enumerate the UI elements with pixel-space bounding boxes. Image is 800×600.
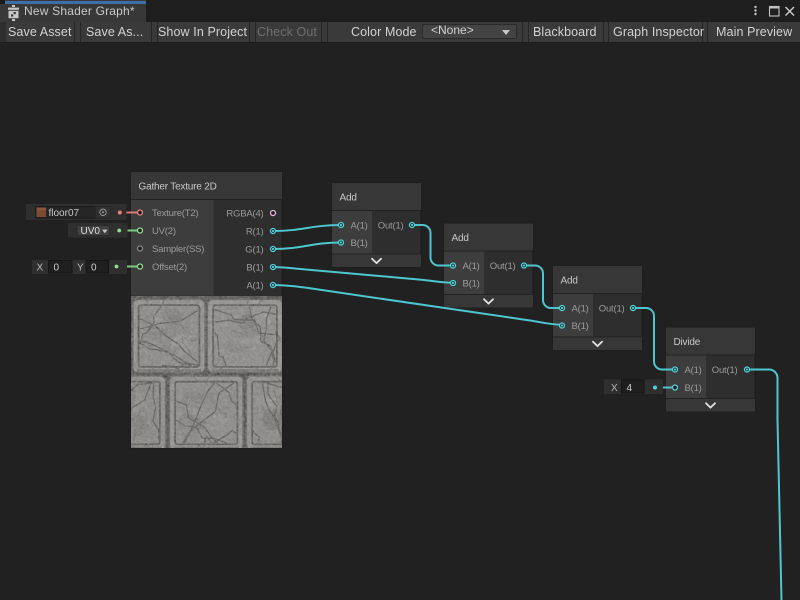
svg-text:floor07: floor07 (49, 208, 80, 219)
svg-text:X: X (611, 383, 618, 394)
svg-text:4: 4 (627, 383, 633, 394)
svg-text:A(1): A(1) (572, 303, 589, 314)
svg-text:0: 0 (91, 262, 97, 273)
svg-text:Out(1): Out(1) (490, 261, 516, 272)
svg-text:Add: Add (340, 193, 357, 204)
svg-text:UV(2): UV(2) (152, 226, 176, 237)
svg-text:B(1): B(1) (463, 278, 480, 289)
svg-text:Gather Texture 2D: Gather Texture 2D (139, 182, 217, 193)
svg-text:G(1): G(1) (245, 244, 263, 255)
svg-text:RGBA(4): RGBA(4) (226, 208, 263, 219)
svg-text:A(1): A(1) (463, 261, 480, 272)
svg-text:Y: Y (77, 262, 84, 273)
svg-text:Divide: Divide (674, 337, 701, 348)
svg-text:Offset(2): Offset(2) (152, 262, 187, 273)
svg-text:B(1): B(1) (351, 238, 368, 249)
svg-text:X: X (37, 262, 44, 273)
svg-text:A(1): A(1) (351, 220, 368, 231)
svg-text:0: 0 (54, 262, 60, 273)
svg-text:Add: Add (561, 276, 578, 287)
svg-text:B(1): B(1) (572, 321, 589, 332)
svg-text:Out(1): Out(1) (599, 303, 625, 314)
svg-text:B(1): B(1) (246, 262, 263, 273)
svg-text:B(1): B(1) (685, 383, 702, 394)
svg-text:R(1): R(1) (246, 226, 264, 237)
svg-text:Out(1): Out(1) (712, 365, 738, 376)
svg-text:Sampler(SS): Sampler(SS) (152, 244, 204, 255)
svg-text:UV0: UV0 (81, 226, 101, 237)
svg-text:Out(1): Out(1) (378, 220, 404, 231)
svg-text:Add: Add (452, 233, 469, 244)
svg-text:A(1): A(1) (685, 365, 702, 376)
svg-text:A(1): A(1) (246, 280, 263, 291)
svg-text:Texture(T2): Texture(T2) (152, 208, 198, 219)
